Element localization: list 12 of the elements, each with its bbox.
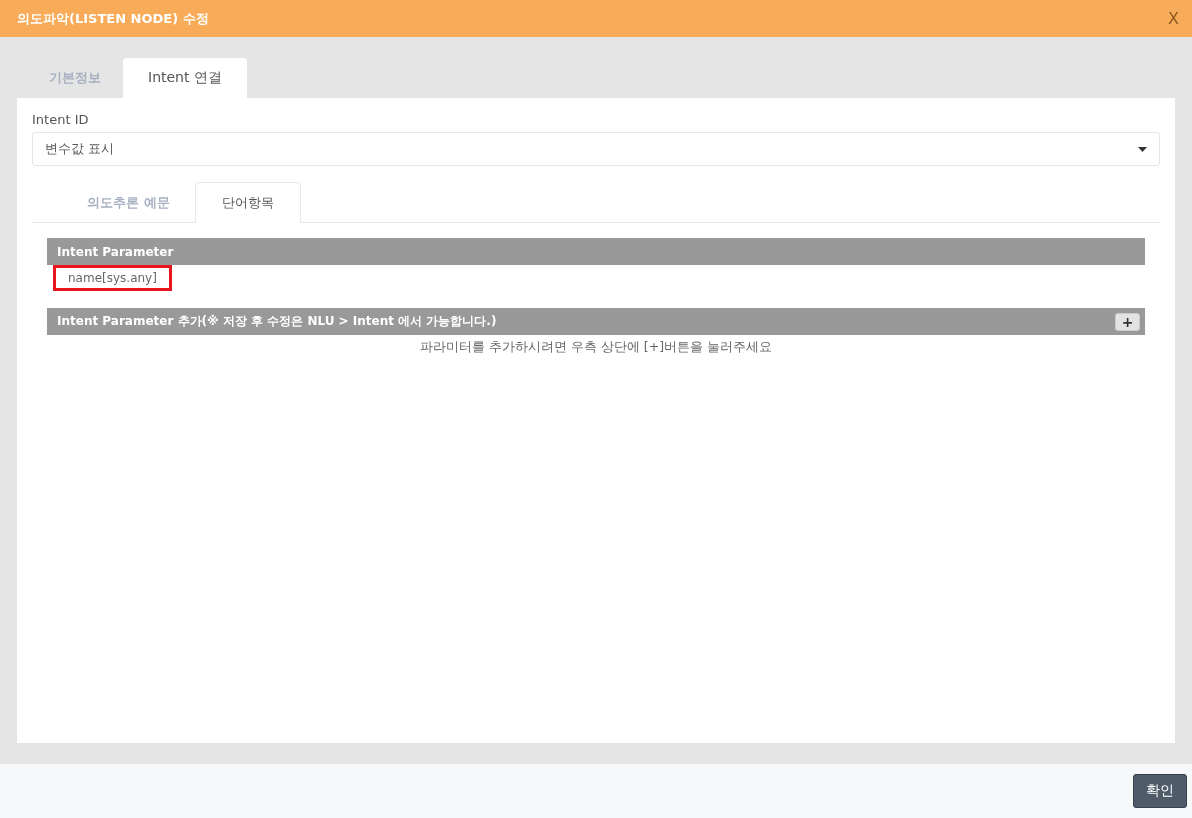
hint-text: 파라미터를 추가하시려면 우측 상단에 [+]버튼을 눌러주세요 <box>418 339 774 356</box>
section-title: Intent Parameter 추가(※ 저장 후 수정은 NLU > Intent 에서 가능합니다.) <box>57 313 497 330</box>
confirm-button[interactable]: 확인 <box>1133 774 1187 808</box>
caret-icon <box>1138 146 1147 152</box>
add-button[interactable]: + <box>1115 312 1140 331</box>
parameter-item[interactable]: name[sys.any] <box>53 265 172 291</box>
field-label: Intent ID <box>32 112 90 127</box>
dialog-title: 의도파악(LISTEN NODE) 수정 <box>17 9 209 28</box>
tab[interactable]: 단어항목 <box>194 182 301 223</box>
section-title: Intent Parameter <box>57 244 174 259</box>
intent-id-select[interactable]: 변수값 표시 <box>32 132 1160 166</box>
tab[interactable]: Intent 연결 <box>123 58 247 98</box>
